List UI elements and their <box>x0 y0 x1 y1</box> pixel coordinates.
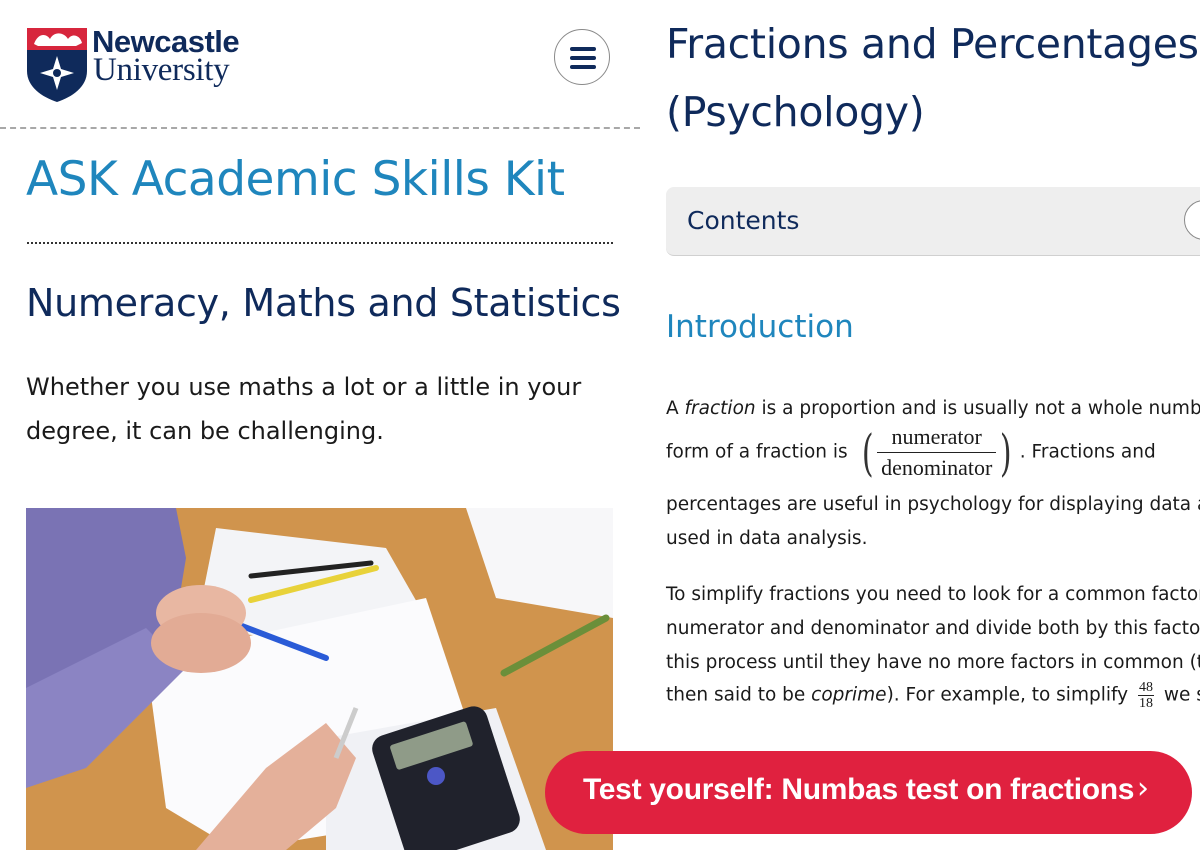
fraction: numerator denominator <box>877 424 997 481</box>
header-divider <box>0 127 640 129</box>
section-title: Numeracy, Maths and Statistics <box>26 281 621 325</box>
newcastle-university-logo[interactable]: Newcastle University <box>26 24 266 105</box>
page-title-line2: (Psychology) <box>666 88 925 136</box>
logo-word-university: University <box>93 52 230 88</box>
hamburger-menu-icon <box>570 47 596 51</box>
numbas-test-button[interactable]: Test yourself: Numbas test on fractions … <box>545 751 1192 834</box>
left-panel: Newcastle University ASK Academic Skills… <box>0 0 640 850</box>
right-paren-icon: ) <box>1000 423 1012 482</box>
paragraph-2-line-3: this process until they have no more fac… <box>666 652 1200 673</box>
fraction-formula: (numerator denominator) <box>858 424 1016 481</box>
paragraph-1-line-2: form of a fraction is (numerator denomina… <box>666 424 1200 481</box>
denominator: 18 <box>1139 696 1154 711</box>
text: . Fractions and <box>1019 441 1156 463</box>
site-title[interactable]: ASK Academic Skills Kit <box>26 152 565 207</box>
contents-accordion[interactable]: Contents <box>666 187 1200 256</box>
paragraph-2-line-2: numerator and denominator and divide bot… <box>666 618 1200 639</box>
numbas-test-label: Test yourself: Numbas test on fractions <box>583 773 1135 806</box>
contents-label: Contents <box>687 206 800 235</box>
numerator: numerator <box>877 424 997 453</box>
example-fraction: 48 18 <box>1138 680 1155 711</box>
text: form of a fraction is <box>666 441 854 463</box>
introduction-heading: Introduction <box>666 309 854 345</box>
hamburger-menu-icon-bar <box>570 65 596 69</box>
term-coprime: coprime <box>811 684 887 706</box>
text: ). For example, to simplify <box>886 684 1135 706</box>
paragraph-2-line-4: then said to be coprime). For example, t… <box>666 680 1200 711</box>
lead-text: Whether you use maths a lot or a little … <box>26 373 582 445</box>
contents-toggle-icon[interactable] <box>1184 200 1200 240</box>
page-title-line1: Fractions and Percentages <box>666 20 1199 68</box>
numerator: 48 <box>1138 680 1155 696</box>
chevron-right-icon: › <box>1137 771 1149 806</box>
text: A <box>666 398 685 419</box>
hamburger-menu-icon-bar <box>570 56 596 60</box>
text: we see <box>1163 684 1200 706</box>
paragraph-1-line-4: used in data analysis. <box>666 528 868 549</box>
students-studying-photo <box>26 508 613 850</box>
university-crest-icon <box>27 28 87 102</box>
title-divider <box>27 242 613 244</box>
paragraph-1-line-1: A fraction is a proportion and is usuall… <box>666 398 1200 419</box>
text: then said to be <box>666 684 812 706</box>
page-title: Fractions and Percentages (Psychology) <box>666 10 1200 146</box>
paragraph-2-line-1: To simplify fractions you need to look f… <box>666 584 1200 605</box>
paragraph-1-line-3: percentages are useful in psychology for… <box>666 494 1200 515</box>
term-fraction: fraction <box>684 398 756 419</box>
text: is a proportion and is usually not a who… <box>755 398 1200 419</box>
denominator: denominator <box>881 455 993 480</box>
left-paren-icon: ( <box>861 423 874 482</box>
main-content: Fractions and Percentages (Psychology) C… <box>666 0 1200 850</box>
menu-button[interactable] <box>554 29 610 85</box>
